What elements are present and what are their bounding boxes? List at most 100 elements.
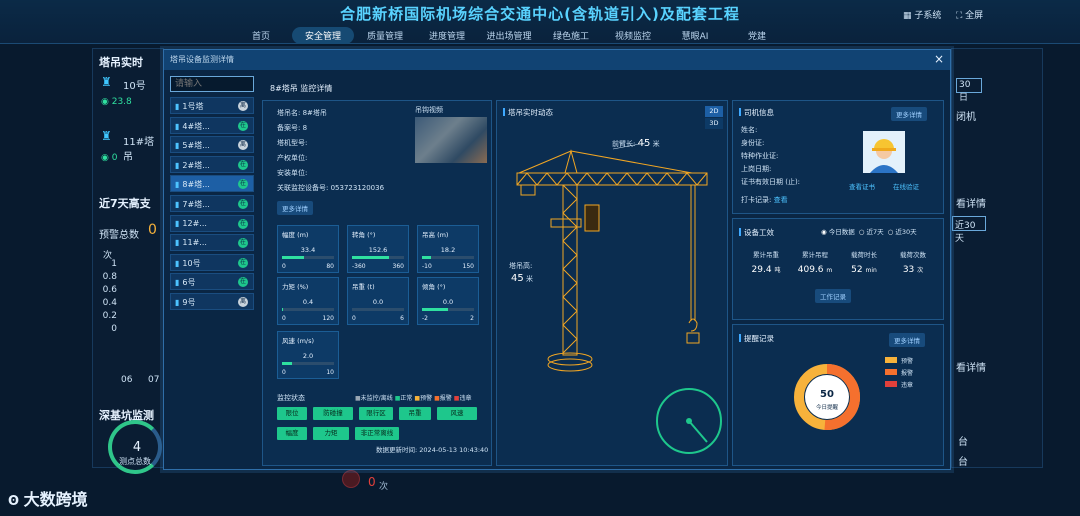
status-button[interactable]: 限行区 xyxy=(359,407,393,420)
more-detail-link[interactable]: 看详情 xyxy=(956,359,986,374)
tower-list-item[interactable]: ▮ 2#塔... 在 xyxy=(170,155,254,173)
nav-tab-ai[interactable]: 慧眼AI xyxy=(664,27,726,44)
online-status-badge: 在 xyxy=(238,199,248,209)
tower-icon: ▮ xyxy=(175,238,180,248)
crane-icon: ♜ xyxy=(101,75,112,89)
alarm-more-button[interactable]: 更多详情 xyxy=(889,333,925,347)
gauge-min: -2 xyxy=(422,315,428,322)
gauge-value: 33.4 xyxy=(300,246,316,254)
tower-list-item[interactable]: ▮ 5#塔... 离 xyxy=(170,136,254,154)
status-button[interactable]: 防碰撞 xyxy=(313,407,353,420)
date-chip[interactable]: 30日 xyxy=(956,78,982,103)
radio-icon[interactable]: ◉ xyxy=(821,228,829,236)
face-verify-link[interactable]: 在线验证 xyxy=(893,181,919,191)
gauge-min: 0 xyxy=(282,369,286,376)
tower-icon: ▮ xyxy=(175,200,180,209)
status-button[interactable]: 非正常离线 xyxy=(355,427,399,440)
gauge-value: 152.6 xyxy=(368,246,388,254)
top-bar: 合肥新桥国际机场综合交通中心(含轨道引入)及配套工程 ▦ 子系统 ⛶ 全屏 首页… xyxy=(0,0,1080,44)
tower-list-item[interactable]: ▮ 9号 离 xyxy=(170,293,254,310)
legend-label: 预警 xyxy=(420,395,433,402)
view-cert-link[interactable]: 查看证书 xyxy=(849,181,875,191)
info-record: 备案号: 8 xyxy=(277,124,308,132)
tower-icon: ▮ xyxy=(175,160,180,170)
online-status-badge: 离 xyxy=(238,297,248,307)
driver-checkin: 打卡记录: 查看 xyxy=(741,196,788,204)
watermark-logo: ʘ 大数跨境 xyxy=(8,490,88,509)
gauge-label: 幅度 (m) xyxy=(282,231,309,239)
week-panel-title: 近7天高支 xyxy=(99,197,151,210)
gauge-fill xyxy=(422,308,448,311)
search-input[interactable] xyxy=(170,76,254,92)
sensor-gauge: 倾角 (°) 0.0 -2 2 xyxy=(417,277,479,325)
tower-list-label: 4#塔... xyxy=(182,121,210,131)
gauge-fill xyxy=(282,256,304,259)
more-detail-link[interactable]: 看详情 xyxy=(956,195,986,210)
tower-list-item[interactable]: ▮ 6号 在 xyxy=(170,273,254,291)
tower11-name: 11#塔吊 xyxy=(123,137,155,163)
crane-height-label: 塔吊高: xyxy=(509,262,533,270)
radio-label[interactable]: 近30天 xyxy=(895,228,916,236)
radio-label[interactable]: 近7天 xyxy=(867,228,884,236)
fullscreen-button[interactable]: ⛶ 全屏 xyxy=(956,8,983,21)
close-icon[interactable]: × xyxy=(934,52,944,66)
status-button[interactable]: 力矩 xyxy=(313,427,349,440)
range-chip[interactable]: 近30天 xyxy=(952,216,986,244)
nav-tab-progress[interactable]: 进度管理 xyxy=(416,27,478,44)
gauge-fill xyxy=(282,362,293,365)
online-status-badge: 在 xyxy=(238,179,248,190)
info-name: 塔吊名: 8#塔吊 xyxy=(277,109,327,117)
driver-date: 上岗日期: xyxy=(741,165,772,173)
tower-list-item[interactable]: ▮ 1号塔 离 xyxy=(170,97,254,114)
nav-tab-home[interactable]: 首页 xyxy=(230,27,292,44)
status-button[interactable]: 吊重 xyxy=(399,407,431,420)
online-status-badge: 在 xyxy=(238,159,248,170)
work-record-button[interactable]: 工作记录 xyxy=(815,289,851,303)
nav-tab-access[interactable]: 进出场管理 xyxy=(478,27,540,44)
nav-tab-safety[interactable]: 安全管理 xyxy=(292,27,354,44)
status-button[interactable]: 幅度 xyxy=(277,427,307,440)
nav-tab-quality[interactable]: 质量管理 xyxy=(354,27,416,44)
tower-list-label: 12#... xyxy=(182,218,207,228)
gauge-value: 0.4 xyxy=(302,298,314,306)
driver-name: 姓名: xyxy=(741,126,758,134)
tower-list-item[interactable]: ▮ 12#... 在 xyxy=(170,214,254,232)
efficiency-panel: 设备工效 ◉ 今日数据 ○ 近7天 ○ 近30天 累计吊重 29.4 吨累计吊程 409… xyxy=(732,218,944,320)
tower-icon: ▮ xyxy=(175,218,180,228)
hook-video-thumbnail[interactable] xyxy=(415,117,487,163)
modal-title: 塔吊设备监测详情 xyxy=(170,55,234,64)
tower-list-item[interactable]: ▮ 10号 在 xyxy=(170,253,254,271)
status-button[interactable]: 风速 xyxy=(437,407,477,420)
radio-icon[interactable]: ○ xyxy=(859,228,867,236)
gauge-max: 10 xyxy=(326,369,334,376)
online-status-badge: 在 xyxy=(238,120,248,131)
sensor-gauge: 吊重 (t) 0.0 0 6 xyxy=(347,277,409,325)
alarm-count: 0 xyxy=(368,475,376,489)
logo-icon: ʘ xyxy=(8,494,24,509)
info-model: 塔机型号: xyxy=(277,139,308,147)
gauge-value: 0.0 xyxy=(442,298,454,306)
legend-label: 正常 xyxy=(400,395,413,402)
radio-label[interactable]: 今日数据 xyxy=(829,228,855,236)
tower-list-item[interactable]: ▮ 8#塔... 在 xyxy=(170,175,254,193)
tower-list-item[interactable]: ▮ 7#塔... 在 xyxy=(170,195,254,212)
tower-list-item[interactable]: ▮ 4#塔... 在 xyxy=(170,116,254,134)
tower-list-label: 9号 xyxy=(182,298,196,307)
nav-tab-video[interactable]: 视频监控 xyxy=(602,27,664,44)
gauge-min: 0 xyxy=(282,315,286,322)
nav-tab-party[interactable]: 党建 xyxy=(726,27,788,44)
driver-more-button[interactable]: 更多详情 xyxy=(891,107,927,121)
checkin-link[interactable]: 查看 xyxy=(774,196,788,204)
nav-tab-green[interactable]: 绿色施工 xyxy=(540,27,602,44)
online-status-badge: 在 xyxy=(238,277,248,288)
alarm-unit: 次 xyxy=(379,482,389,492)
left-panel: 塔吊实时 ♜ 10号 ◉ 23.8 ♜ 11#塔吊 ◉ 0 近7天高支 预警总数… xyxy=(92,48,164,468)
tower-list-item[interactable]: ▮ 11#... 在 xyxy=(170,234,254,252)
status-button[interactable]: 限位 xyxy=(277,407,307,420)
more-detail-button[interactable]: 更多详情 xyxy=(277,201,313,215)
right-panel: 30日 闭机 看详情 近30天 看详情 台 台 xyxy=(951,48,1043,468)
subsystem-button[interactable]: ▦ 子系统 xyxy=(903,8,941,21)
tower-detail-modal: 塔吊设备监测详情 × ▮1号塔离 ▮ 4#塔... 在 ▮5#塔...离▮2#塔...在… xyxy=(163,49,951,470)
alarm-legend-label: 违章 xyxy=(901,382,914,389)
metric-value: 52 min xyxy=(851,265,877,275)
